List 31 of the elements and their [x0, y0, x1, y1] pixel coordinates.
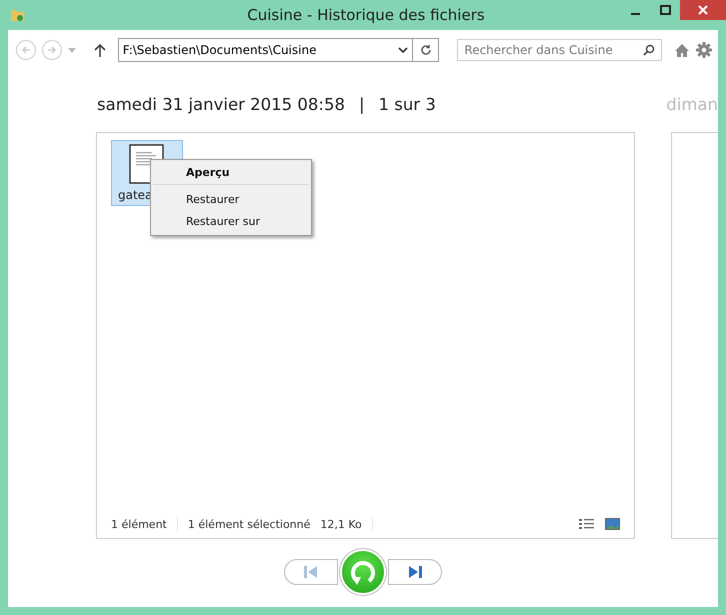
restore-button[interactable] [340, 549, 386, 595]
window-title: Cuisine - Historique des fichiers [246, 6, 486, 24]
address-field[interactable]: F:\Sebastien\Documents\Cuisine [118, 38, 440, 62]
item-count: 1 élément [111, 518, 167, 530]
menu-item[interactable]: Restaurer sur [153, 211, 309, 233]
search-field[interactable]: Rechercher dans Cuisine [457, 39, 662, 61]
close-icon [698, 5, 708, 15]
up-arrow-icon[interactable] [94, 43, 106, 57]
right-arrow-icon [46, 45, 57, 55]
settings-icon[interactable] [696, 42, 712, 58]
details-view-icon[interactable] [579, 518, 595, 530]
close-button[interactable] [680, 0, 726, 20]
snapshot-position: 1 sur 3 [378, 94, 436, 114]
maximize-icon [660, 5, 670, 15]
skip-forward-icon [408, 566, 422, 578]
skip-back-icon [304, 566, 318, 578]
folder-icon [10, 7, 26, 23]
chevron-icon[interactable] [398, 46, 408, 54]
file-size: 12,1 Ko [320, 518, 362, 530]
home-icon[interactable] [674, 42, 690, 58]
menu-item[interactable]: Aperçu [153, 162, 309, 185]
search-icon [643, 44, 656, 56]
refresh-icon [420, 44, 432, 56]
selection-info: 1 élément sélectionné [188, 518, 310, 530]
left-arrow-icon [20, 45, 31, 55]
next-snapshot-date: diman [666, 94, 718, 114]
separator-text: | [358, 94, 365, 114]
next-button[interactable] [388, 559, 442, 585]
minimize-icon [630, 13, 640, 15]
address-text: F:\Sebastien\Documents\Cuisine [122, 43, 316, 57]
snapshot-date: samedi 31 janvier 2015 08:58 [97, 94, 345, 114]
